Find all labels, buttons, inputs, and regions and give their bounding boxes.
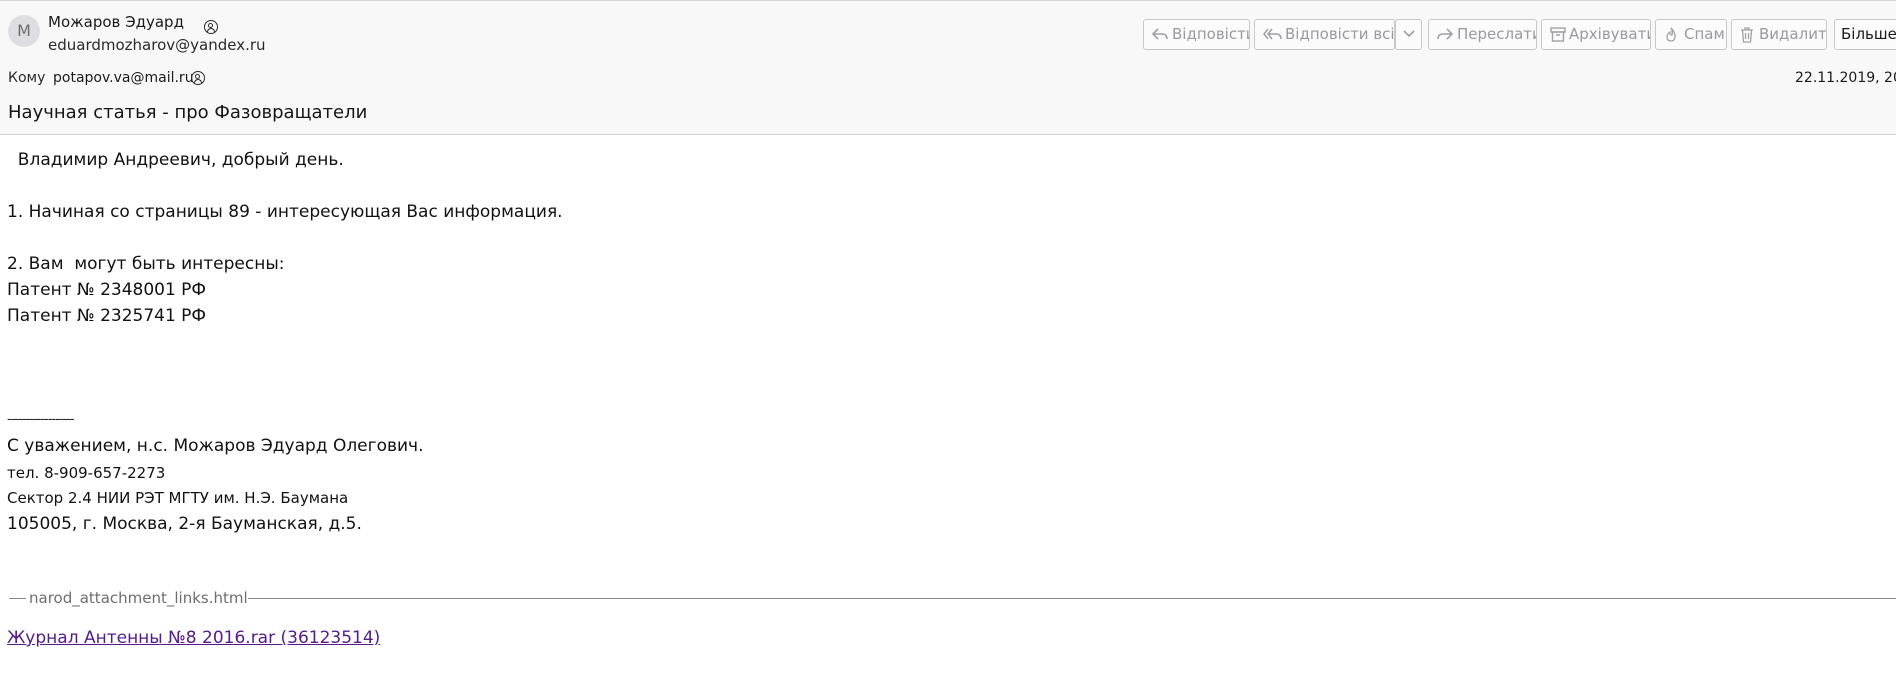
message-subject: Научная статья - про Фазовращатели	[8, 102, 368, 123]
body-patent-1: Патент № 2348001 РФ	[7, 280, 207, 300]
signature-line-4: 105005, г. Москва, 2-я Бауманская, д.5.	[7, 514, 362, 534]
add-contact-icon[interactable]	[204, 20, 218, 34]
delete-button[interactable]: Видалити	[1731, 19, 1827, 50]
forward-button[interactable]: Переслати	[1428, 19, 1537, 50]
more-label: Більше	[1841, 25, 1896, 43]
archive-label: Архівувати	[1569, 25, 1651, 43]
forward-label: Переслати	[1457, 25, 1537, 43]
signature-line-3: Сектор 2.4 НИИ РЭТ МГТУ им. Н.Э. Баумана	[7, 489, 349, 507]
body-patent-2: Патент № 2325741 РФ	[7, 306, 207, 326]
recipient-email[interactable]: potapov.va@mail.ru	[53, 70, 194, 86]
recipient-contact-icon[interactable]	[191, 71, 205, 85]
sender-email[interactable]: eduardmozharov@yandex.ru	[48, 36, 266, 54]
chevron-down-icon	[1402, 20, 1420, 49]
body-item-2: 2. Вам могут быть интересны:	[7, 254, 285, 274]
reply-all-icon	[1263, 20, 1282, 49]
attachment-filename: narod_attachment_links.html	[29, 589, 248, 607]
attachment-download-link[interactable]: Журнал Антенны №8 2016.rar (36123514)	[7, 628, 380, 648]
trash-icon	[1740, 20, 1758, 49]
archive-button[interactable]: Архівувати	[1541, 19, 1651, 50]
delete-label: Видалити	[1759, 25, 1827, 43]
reply-label: Відповісти	[1172, 25, 1250, 43]
sender-name[interactable]: Можаров Эдуард	[48, 13, 184, 31]
flame-icon	[1664, 20, 1682, 49]
body-item-1: 1. Начиная со страницы 89 - интересующая…	[7, 202, 563, 222]
sender-avatar: М	[8, 15, 40, 47]
reply-icon	[1152, 20, 1170, 49]
attachment-divider-right	[248, 598, 1896, 599]
reply-all-label: Відповісти всім	[1285, 25, 1395, 43]
reply-button[interactable]: Відповісти	[1143, 19, 1250, 50]
spam-label: Спам	[1684, 25, 1725, 43]
signature-line-2: тел. 8-909-657-2273	[7, 464, 166, 482]
message-date: 22.11.2019, 20:3	[1795, 70, 1896, 86]
reply-all-button[interactable]: Відповісти всім	[1254, 19, 1395, 50]
archive-icon	[1550, 20, 1568, 49]
attachment-divider-left	[9, 598, 26, 599]
more-button[interactable]: Більше	[1834, 19, 1896, 50]
to-label: Кому	[8, 70, 46, 86]
reply-all-dropdown-button[interactable]	[1395, 19, 1422, 50]
spam-button[interactable]: Спам	[1655, 19, 1727, 50]
message-header: М Можаров Эдуард eduardmozharov@yandex.r…	[0, 0, 1896, 135]
forward-icon	[1437, 20, 1455, 49]
signature-separator: ------------------	[7, 412, 74, 427]
signature-line-1: С уважением, н.с. Можаров Эдуард Олегови…	[7, 436, 424, 456]
body-greeting: Владимир Андреевич, добрый день.	[7, 150, 344, 170]
